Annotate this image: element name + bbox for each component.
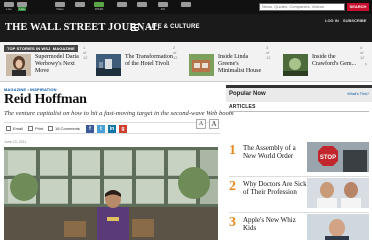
popular-title: Why Doctors Are Sick of Their Profession: [243, 180, 307, 196]
article-tools: Email Print 18 Comments f t in g: [4, 122, 220, 134]
popular-title: Apple's New Whiz Kids: [243, 216, 296, 232]
story-thumbnail: [189, 54, 214, 76]
article-headline: Reid Hoffman: [4, 92, 87, 107]
popular-now-title: Popular Now: [229, 91, 266, 97]
story-thumbnail: [96, 54, 121, 76]
popular-item[interactable]: 2 Why Doctors Are Sick of Their Professi…: [229, 178, 369, 210]
popular-thumbnail: STOP: [307, 142, 369, 172]
font-increase-button[interactable]: A: [209, 119, 219, 129]
topbar-item[interactable]: WSJD: [94, 2, 104, 12]
popular-now-header: Popular Now What's This?: [226, 85, 372, 102]
article-date: June 23, 2011: [4, 140, 27, 144]
story-thumbnail: [283, 54, 308, 76]
articles-tab[interactable]: ARTICLES: [229, 104, 256, 110]
email-button[interactable]: Email: [6, 126, 23, 131]
divider: [229, 212, 369, 213]
facebook-icon[interactable]: f: [86, 125, 94, 133]
carousel-next-icon[interactable]: ›: [365, 62, 367, 68]
top-stories-label: TOP STORIES IN WSJ. MAGAZINE: [4, 45, 78, 52]
topbar-item[interactable]: [117, 2, 127, 12]
divider: [229, 176, 369, 177]
section-title[interactable]: LIFE & CULTURE: [143, 24, 200, 31]
radio-icon: [137, 2, 147, 7]
font-decrease-button[interactable]: A: [196, 119, 206, 129]
topbar-item[interactable]: Live: [17, 2, 27, 12]
story-title: The Transformation of the Hotel Tivoli: [125, 54, 173, 67]
login-link[interactable]: LOG IN: [325, 18, 339, 23]
comment-icon: [48, 126, 53, 131]
popular-rank: 1: [229, 143, 236, 158]
account-links: LOG IN SUBSCRIBE: [322, 18, 366, 23]
search-button[interactable]: SEARCH: [347, 3, 369, 11]
menu-icon[interactable]: [131, 24, 138, 31]
article-dek: The venture capitalist on how to hit a f…: [4, 110, 234, 117]
topbar-item[interactable]: [75, 2, 85, 12]
story-thumbnail: [6, 54, 31, 76]
topbar-item[interactable]: Video: [55, 2, 65, 12]
google-plus-icon[interactable]: g: [119, 125, 127, 133]
masthead: THE WALL STREET JOURNAL LIFE & CULTURE L…: [0, 14, 372, 42]
print-button[interactable]: Print: [28, 126, 43, 131]
top-utility-bar: Live Live Video WSJD ES News, Quotes, Co…: [0, 0, 372, 14]
article-photo: [4, 147, 218, 240]
comments-button[interactable]: 18 Comments: [48, 126, 80, 131]
global-icon: [181, 2, 191, 7]
popular-rank: 3: [229, 215, 236, 230]
linkedin-icon[interactable]: in: [108, 125, 116, 133]
popular-item[interactable]: 1 The Assembly of a New World Order STOP: [229, 142, 369, 174]
popular-thumbnail: [307, 214, 369, 240]
twitter-icon[interactable]: t: [97, 125, 105, 133]
popular-thumbnail: [307, 178, 369, 208]
whats-this-link[interactable]: What's This?: [347, 92, 369, 96]
topbar-item[interactable]: [137, 2, 147, 12]
divider: [229, 111, 369, 112]
subscribe-link[interactable]: SUBSCRIBE: [343, 18, 367, 23]
search-input[interactable]: News, Quotes, Companies, Videos: [259, 3, 345, 11]
topbar-item[interactable]: Live: [4, 2, 14, 12]
popular-item[interactable]: 3 Apple's New Whiz Kids: [229, 214, 369, 240]
top-stories-carousel: TOP STORIES IN WSJ. MAGAZINE 1 of 12 Sup…: [0, 42, 372, 82]
popular-title: The Assembly of a New World Order: [243, 144, 296, 160]
story-title: Inside the Crawford's Gem...: [312, 54, 357, 67]
story-title: Supermodel Daria Werbowy's Next Move: [35, 54, 79, 74]
topbar-item[interactable]: ES: [158, 2, 168, 12]
magazine-icon: [117, 2, 127, 7]
market-icon: [75, 2, 85, 7]
popular-rank: 2: [229, 179, 236, 194]
topbar-item[interactable]: [181, 2, 191, 12]
email-icon: [6, 126, 11, 131]
svg-text:STOP: STOP: [320, 155, 336, 161]
story-title: Inside Linda Greene's Minimalist House: [218, 54, 262, 74]
print-icon: [28, 126, 33, 131]
